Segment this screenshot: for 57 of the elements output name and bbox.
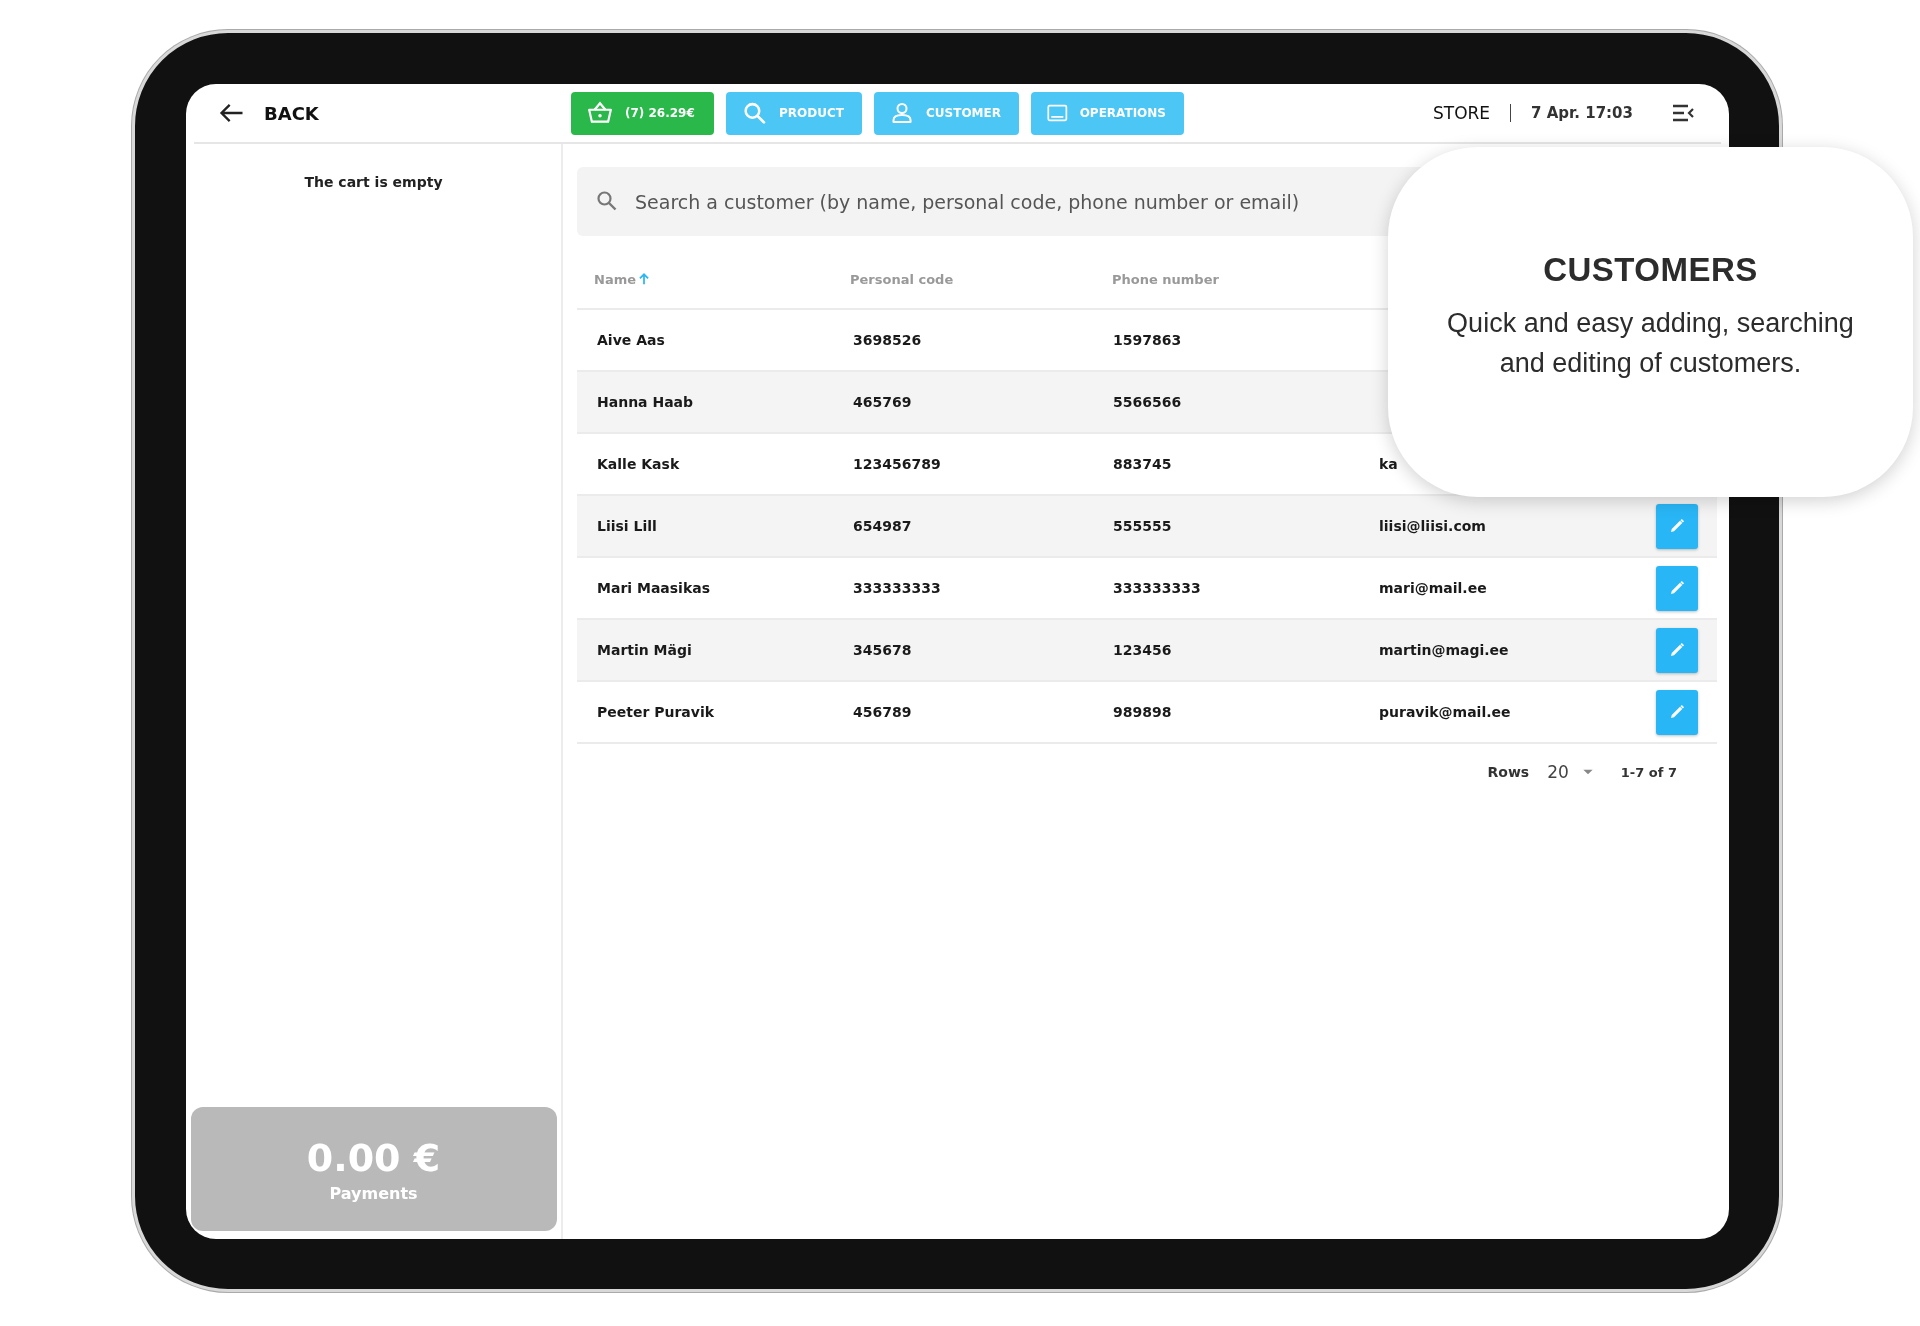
person-icon <box>890 100 915 126</box>
table-cell-text: Martin Mägi <box>596 642 693 658</box>
table-cell-text: 654987 <box>852 518 913 534</box>
table-cell-text: ka <box>1378 456 1399 472</box>
rows-label: Rows <box>1487 764 1530 780</box>
table-cell-text: mari@mail.ee <box>1378 580 1488 596</box>
search-icon <box>595 189 619 213</box>
column-header[interactable]: Personal code <box>833 271 1095 287</box>
edit-button[interactable] <box>1656 503 1698 549</box>
cart-empty-text: The cart is empty <box>304 174 443 190</box>
column-header[interactable]: Name <box>577 271 833 287</box>
basket-icon <box>587 100 613 126</box>
callout-title: CUSTOMERS <box>1543 251 1758 289</box>
edit-button[interactable] <box>1656 565 1698 611</box>
table-cell-text: Mari Maasikas <box>596 580 711 596</box>
table-cell-text: 456789 <box>852 704 913 720</box>
table-cell-text: Peeter Puravik <box>596 704 716 720</box>
pencil-icon <box>1668 579 1686 597</box>
date-time: 7 Apr. 17:03 <box>1531 104 1633 122</box>
table-cell-text: Kalle Kask <box>596 456 681 472</box>
back-button[interactable]: BACK <box>194 99 571 127</box>
table-cell-text: 883745 <box>1112 456 1173 472</box>
page-range: 1-7 of 7 <box>1620 764 1677 780</box>
rows-per-page-select[interactable]: 20 <box>1547 762 1595 782</box>
cart-button[interactable]: (7) 26.29€ <box>571 91 714 135</box>
payments-label: Payments <box>329 1183 418 1203</box>
product-button[interactable]: PRODUCT <box>726 91 862 135</box>
table-cell-text: 5566566 <box>1112 394 1183 410</box>
payments-button[interactable]: 0.00 € Payments <box>190 1107 557 1231</box>
table-cell-text: 333333333 <box>1112 580 1202 596</box>
pencil-icon <box>1668 641 1686 659</box>
table-cell-text: 3698526 <box>852 332 923 348</box>
table-cell-text: 465769 <box>852 394 913 410</box>
table-cell-text: 123456789 <box>852 456 942 472</box>
table-cell-text: 333333333 <box>852 580 942 596</box>
search-icon <box>742 100 768 126</box>
edit-button[interactable] <box>1656 689 1698 735</box>
table-cell-text: puravik@mail.ee <box>1378 704 1512 720</box>
callout-text: Quick and easy adding, searching and editing of customers. <box>1446 307 1855 380</box>
table-cell-text: 123456 <box>1112 642 1173 658</box>
table-cell-text: 1597863 <box>1112 332 1183 348</box>
table-cell-text: 555555 <box>1112 518 1173 534</box>
table-cell-text: liisi@liisi.com <box>1378 518 1487 534</box>
pencil-icon <box>1668 517 1686 535</box>
pencil-icon <box>1668 703 1686 721</box>
table-cell-text: Hanna Haab <box>596 394 695 410</box>
store-name: STORE <box>1432 103 1491 123</box>
table-cell-text: 345678 <box>852 642 913 658</box>
table-cell-text: Aive Aas <box>596 332 666 348</box>
table-cell-text: martin@magi.ee <box>1378 642 1510 658</box>
operations-button[interactable]: OPERATIONS <box>1031 91 1184 135</box>
payment-total: 0.00 € <box>306 1135 441 1180</box>
column-header[interactable]: Phone number <box>1095 271 1360 287</box>
table-cell-text: Liisi Lill <box>596 518 658 534</box>
table-cell-text: 989898 <box>1112 704 1173 720</box>
edit-button[interactable] <box>1656 627 1698 673</box>
customer-button[interactable]: CUSTOMER <box>874 91 1019 135</box>
